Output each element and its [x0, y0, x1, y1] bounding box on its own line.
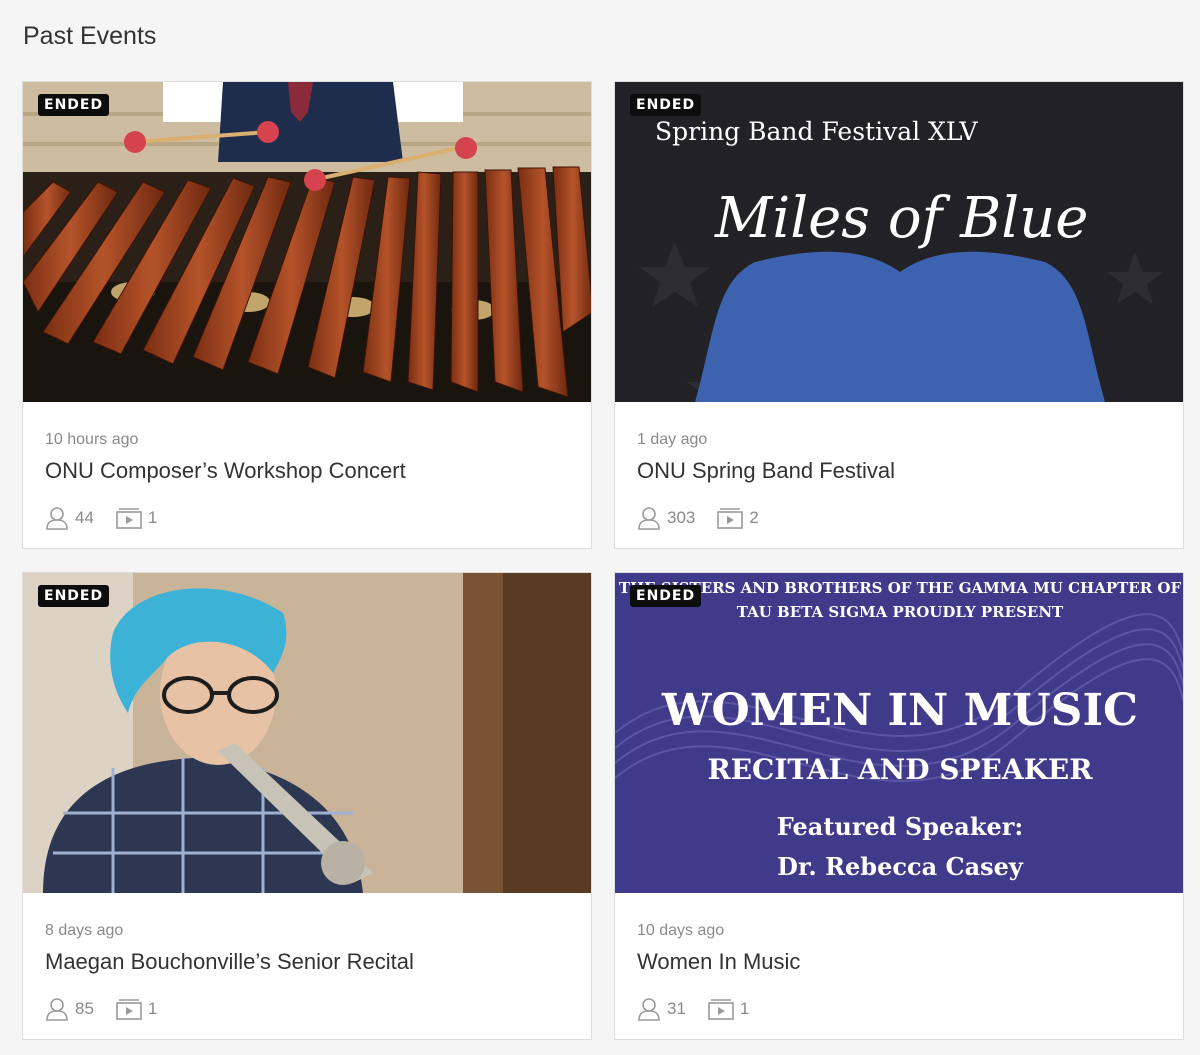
video-count: 1 — [116, 998, 157, 1020]
viewer-count: 303 — [637, 506, 695, 530]
viewer-count-value: 44 — [75, 508, 94, 527]
event-title[interactable]: ONU Spring Band Festival — [637, 458, 1163, 484]
women-in-music-poster: THE SISTERS AND BROTHERS OF THE GAMMA MU… — [615, 573, 1183, 893]
video-count-value: 2 — [749, 508, 759, 527]
event-title[interactable]: Maegan Bouchonville’s Senior Recital — [45, 949, 571, 975]
video-count: 2 — [717, 507, 759, 529]
event-time: 10 days ago — [637, 922, 725, 939]
viewer-count-value: 85 — [75, 999, 94, 1018]
video-icon — [717, 508, 744, 529]
viewer-count: 44 — [45, 506, 94, 530]
poster-heading: WOMEN IN MUSIC — [661, 685, 1138, 736]
band-festival-poster: Spring Band Festival XLV Miles of Blue — [615, 82, 1183, 402]
poster-subheading: RECITAL AND SPEAKER — [707, 753, 1093, 786]
video-count-value: 1 — [147, 508, 158, 527]
person-icon — [638, 998, 660, 1021]
person-icon — [46, 507, 68, 530]
video-count-value: 1 — [739, 999, 750, 1018]
video-icon — [116, 508, 142, 529]
ended-badge: ENDED — [630, 585, 702, 607]
event-card-spring-band-festival[interactable]: Spring Band Festival XLV Miles of Blue E… — [614, 81, 1184, 549]
video-count-value: 1 — [147, 999, 158, 1018]
poster-speaker-name: Dr. Rebecca Casey — [777, 852, 1024, 881]
marimba-photo — [23, 82, 591, 402]
poster-top-line-1: THE SISTERS AND BROTHERS OF THE GAMMA MU… — [619, 579, 1182, 597]
viewer-count-value: 31 — [667, 999, 686, 1018]
video-count: 1 — [116, 507, 157, 529]
event-card-composers-workshop[interactable]: ENDED 10 hours ago ONU Composer’s Worksh… — [22, 81, 592, 549]
video-count: 1 — [708, 998, 749, 1020]
event-thumbnail[interactable]: THE SISTERS AND BROTHERS OF THE GAMMA MU… — [615, 573, 1183, 893]
poster-top-line-2: TAU BETA SIGMA PROUDLY PRESENT — [737, 603, 1064, 621]
person-icon — [46, 998, 68, 1021]
event-thumbnail[interactable]: ENDED — [23, 82, 591, 402]
person-icon — [638, 507, 660, 530]
event-card-senior-recital[interactable]: ENDED 8 days ago Maegan Bouchonville’s S… — [22, 572, 592, 1040]
video-icon — [116, 999, 142, 1020]
viewer-count-value: 303 — [667, 508, 696, 527]
ended-badge: ENDED — [38, 94, 110, 116]
poster-festival-title: Spring Band Festival XLV — [655, 117, 979, 146]
event-thumbnail[interactable]: ENDED — [23, 573, 591, 893]
event-title[interactable]: Women In Music — [637, 949, 1163, 975]
ended-badge: ENDED — [38, 585, 110, 607]
event-time: 8 days ago — [45, 922, 124, 939]
poster-featured-label: Featured Speaker: — [777, 812, 1023, 841]
video-icon — [708, 999, 734, 1020]
event-title[interactable]: ONU Composer’s Workshop Concert — [45, 458, 571, 484]
event-thumbnail[interactable]: Spring Band Festival XLV Miles of Blue E… — [615, 82, 1183, 402]
poster-miles-of-blue: Miles of Blue — [714, 186, 1088, 251]
trumpet-player-photo — [23, 573, 591, 893]
viewer-count: 31 — [637, 997, 686, 1021]
ended-badge: ENDED — [630, 94, 702, 116]
event-time: 10 hours ago — [45, 431, 139, 448]
viewer-count: 85 — [45, 997, 94, 1021]
event-card-women-in-music[interactable]: THE SISTERS AND BROTHERS OF THE GAMMA MU… — [614, 572, 1184, 1040]
page-title: Past Events — [23, 22, 157, 50]
event-time: 1 day ago — [637, 431, 708, 448]
